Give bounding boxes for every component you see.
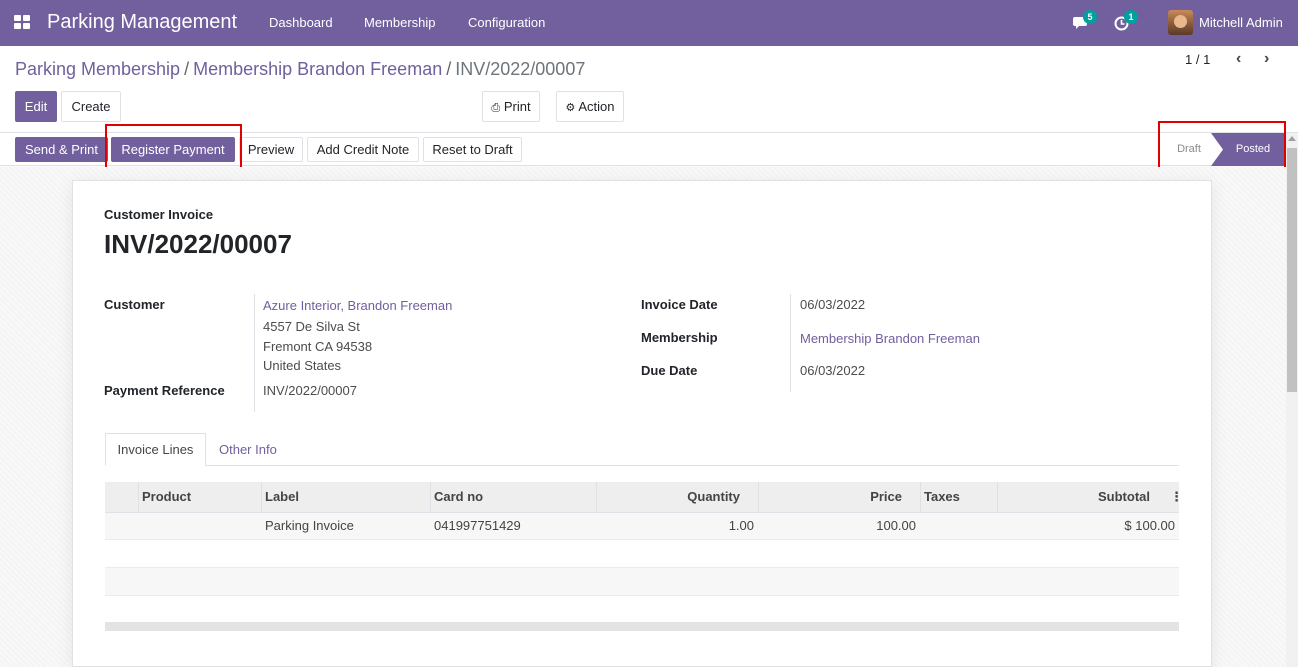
breadcrumb-membership[interactable]: Membership Brandon Freeman: [193, 59, 442, 79]
reset-to-draft-button[interactable]: Reset to Draft: [423, 137, 522, 162]
scroll-up-icon[interactable]: [1288, 136, 1296, 141]
due-date-label: Due Date: [641, 363, 698, 378]
breadcrumb-separator: /: [184, 59, 190, 79]
invoice-date-label: Invoice Date: [641, 297, 718, 312]
add-credit-note-button[interactable]: Add Credit Note: [307, 137, 419, 162]
user-name[interactable]: Mitchell Admin: [1199, 15, 1283, 30]
tab-invoice-lines[interactable]: Invoice Lines: [105, 433, 206, 466]
table-footer: [105, 622, 1179, 631]
invoice-date-value: 06/03/2022: [800, 297, 866, 312]
column-divider: [997, 482, 998, 513]
breadcrumb-parking-membership[interactable]: Parking Membership: [15, 59, 180, 79]
column-header-taxes[interactable]: Taxes: [924, 489, 960, 504]
address-line-3: United States: [263, 358, 342, 373]
column-header-price[interactable]: Price: [762, 489, 902, 504]
menu-dashboard[interactable]: Dashboard: [269, 15, 333, 30]
address-line-1: 4557 De Silva St: [263, 319, 360, 334]
tab-other-info[interactable]: Other Info: [219, 442, 277, 457]
address-line-2: Fremont CA 94538: [263, 339, 373, 354]
control-panel: Parking Membership / Membership Brandon Fr…: [0, 46, 1298, 133]
cell-quantity: 1.00: [728, 518, 754, 533]
top-navbar: Parking Management Dashboard Membership …: [0, 0, 1298, 46]
apps-menu-icon[interactable]: [14, 15, 32, 31]
empty-row: [105, 568, 1179, 595]
print-label: Print: [503, 99, 531, 114]
print-icon: ⎙: [491, 102, 501, 114]
activities-badge: 1: [1124, 10, 1138, 24]
edit-button[interactable]: Edit: [15, 91, 57, 122]
payment-reference-value: INV/2022/00007: [263, 383, 357, 398]
column-divider: [920, 482, 921, 513]
customer-label: Customer: [104, 297, 165, 312]
row-divider: [105, 539, 1179, 540]
chevron-left-icon[interactable]: ‹: [1236, 50, 1241, 68]
cell-label: Parking Invoice: [265, 518, 354, 533]
field-divider: [790, 294, 791, 392]
gear-icon: ⚙: [565, 102, 576, 114]
print-button[interactable]: ⎙ Print: [482, 91, 540, 122]
cell-price: 100.00: [876, 518, 916, 533]
breadcrumb-current: INV/2022/00007: [455, 59, 586, 79]
breadcrumb: Parking Membership / Membership Brandon Fr…: [15, 59, 585, 80]
column-header-subtotal[interactable]: Subtotal: [1000, 489, 1150, 504]
invoice-type-label: Customer Invoice: [104, 207, 214, 222]
send-print-button[interactable]: Send & Print: [15, 137, 108, 162]
cell-subtotal: $ 100.00: [1124, 518, 1175, 533]
optional-columns-icon[interactable]: ⋮: [1170, 489, 1183, 505]
highlight-register-payment: [105, 124, 242, 172]
action-label: Action: [578, 99, 615, 114]
chevron-right-icon[interactable]: ›: [1264, 50, 1269, 68]
menu-configuration[interactable]: Configuration: [468, 15, 545, 30]
menu-membership[interactable]: Membership: [364, 15, 436, 30]
tabs-divider: [105, 465, 1179, 466]
action-button[interactable]: ⚙ Action: [556, 91, 624, 122]
cell-card-no: 041997751429: [434, 518, 521, 533]
app-title[interactable]: Parking Management: [47, 11, 237, 34]
column-divider: [261, 482, 262, 513]
field-divider: [254, 294, 255, 412]
preview-button[interactable]: Preview: [239, 137, 303, 162]
pager-value[interactable]: 1 / 1: [1185, 52, 1210, 67]
membership-link[interactable]: Membership Brandon Freeman: [800, 331, 980, 346]
due-date-value: 06/03/2022: [800, 363, 866, 378]
breadcrumb-separator: /: [446, 59, 452, 79]
messages-badge: 5: [1083, 10, 1097, 24]
user-avatar[interactable]: [1168, 10, 1193, 35]
column-divider: [430, 482, 431, 513]
column-header-product[interactable]: Product: [142, 489, 191, 504]
column-header-quantity[interactable]: Quantity: [600, 489, 740, 504]
payment-reference-label: Payment Reference: [104, 383, 225, 398]
membership-label: Membership: [641, 330, 718, 345]
scrollbar-thumb[interactable]: [1287, 148, 1297, 392]
row-divider: [105, 595, 1179, 596]
customer-link[interactable]: Azure Interior, Brandon Freeman: [263, 298, 452, 313]
column-header-card-no[interactable]: Card no: [434, 489, 483, 504]
column-header-label[interactable]: Label: [265, 489, 299, 504]
column-divider: [758, 482, 759, 513]
invoice-number: INV/2022/00007: [104, 229, 292, 259]
column-divider: [596, 482, 597, 513]
create-button[interactable]: Create: [61, 91, 121, 122]
column-divider: [138, 482, 139, 513]
row-divider: [105, 567, 1179, 568]
